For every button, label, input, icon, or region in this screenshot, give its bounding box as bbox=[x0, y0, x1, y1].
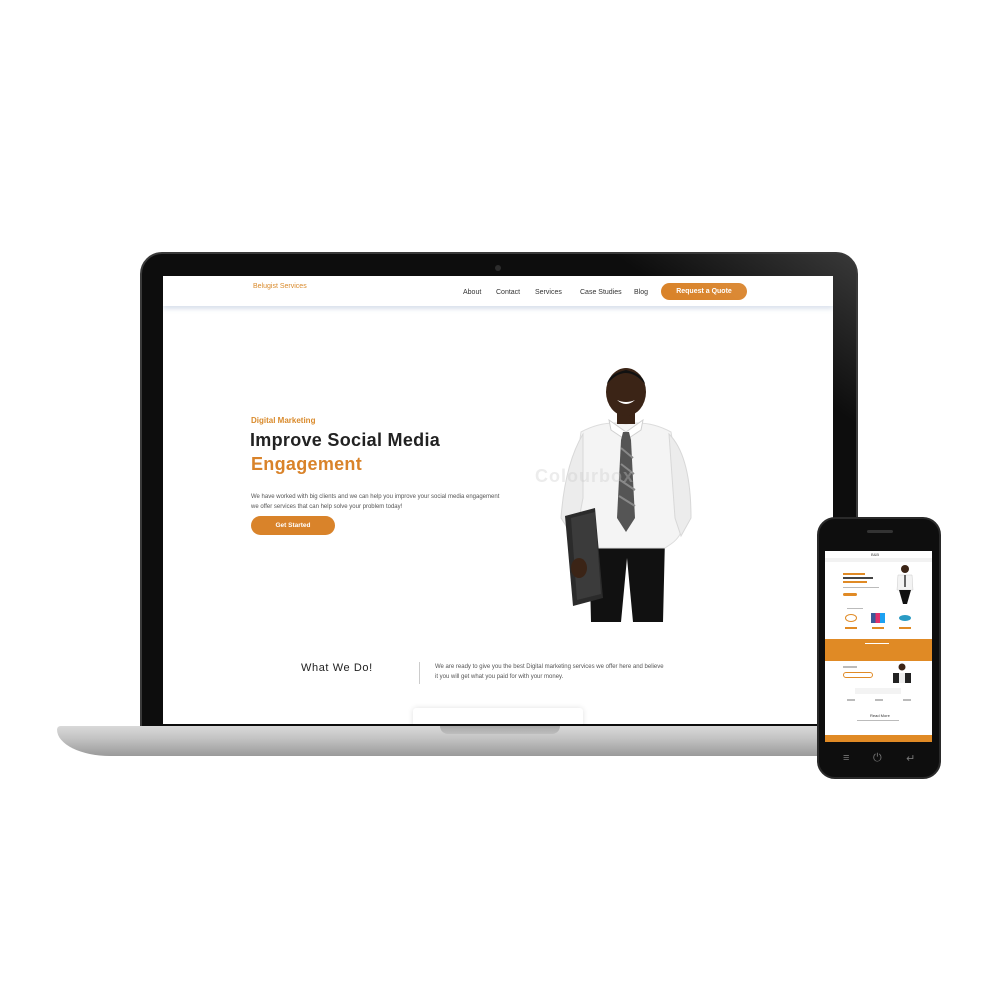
speaker-icon bbox=[867, 530, 893, 533]
mobile-footer-bar bbox=[825, 735, 932, 742]
mobile-section-title bbox=[847, 608, 863, 609]
mobile-tab-3[interactable] bbox=[903, 699, 911, 701]
businessman-image bbox=[560, 368, 692, 622]
mobile-lower-button[interactable] bbox=[843, 672, 873, 678]
mobile-read-more-label[interactable]: Read More bbox=[870, 713, 890, 718]
mobile-card-button-2[interactable] bbox=[872, 627, 884, 629]
mobile-tab-1[interactable] bbox=[847, 699, 855, 701]
mobile-banner-text bbox=[865, 643, 889, 644]
mobile-card-button-3[interactable] bbox=[899, 627, 911, 629]
camera-icon bbox=[495, 265, 501, 271]
mobile-hero-title bbox=[843, 577, 873, 579]
mobile-footer-text bbox=[857, 720, 899, 721]
mobile-service-icon-2 bbox=[899, 615, 911, 621]
power-icon[interactable]: ⏻ bbox=[873, 752, 882, 765]
mobile-person-image bbox=[893, 663, 911, 683]
watermark-text: Colourbox bbox=[535, 466, 634, 486]
service-card bbox=[413, 708, 583, 724]
mobile-lower-heading bbox=[843, 666, 857, 668]
mobile-businessman-image bbox=[896, 565, 914, 604]
nav-contact[interactable]: Contact bbox=[496, 289, 520, 296]
mobile-logo[interactable]: B&B bbox=[871, 552, 879, 557]
mobile-tab-2[interactable] bbox=[875, 699, 883, 701]
back-icon[interactable]: ↵ bbox=[906, 752, 915, 765]
what-we-do-description: We are ready to give you the best Digita… bbox=[435, 664, 664, 680]
nav-about[interactable]: About bbox=[463, 289, 481, 296]
mobile-hero-text bbox=[843, 587, 879, 588]
mobile-card-button-1[interactable] bbox=[845, 627, 857, 629]
request-quote-button[interactable]: Request a Quote bbox=[661, 283, 747, 300]
mobile-tabs-bar bbox=[855, 688, 901, 694]
laptop-opening-notch bbox=[440, 726, 560, 734]
phone-screen: B&B Read More bbox=[825, 551, 932, 742]
mobile-service-icon bbox=[845, 614, 857, 622]
hero-kicker: Digital Marketing bbox=[251, 416, 316, 425]
site-logo[interactable]: Belugist Services bbox=[253, 283, 307, 290]
hero-title: Improve Social Media bbox=[250, 430, 441, 450]
get-started-button[interactable]: Get Started bbox=[251, 516, 335, 535]
section-divider bbox=[419, 662, 420, 684]
nav-case-studies[interactable]: Case Studies bbox=[580, 289, 622, 296]
laptop-screen: Belugist Services About Contact Services… bbox=[163, 276, 833, 724]
nav-blog[interactable]: Blog bbox=[634, 289, 648, 296]
nav-services[interactable]: Services bbox=[535, 289, 562, 296]
mobile-hero-highlight bbox=[843, 581, 867, 583]
what-we-do-title: What We Do! bbox=[301, 662, 373, 674]
hero-description: We have worked with big clients and we c… bbox=[251, 494, 500, 510]
mobile-hero-kicker bbox=[843, 573, 865, 575]
social-icons-icon bbox=[871, 613, 885, 623]
mobile-get-started-button[interactable] bbox=[843, 593, 857, 596]
site-header: Belugist Services About Contact Services… bbox=[163, 276, 833, 306]
menu-icon[interactable]: ≡ bbox=[843, 752, 849, 764]
hero-title-highlight: Engagement bbox=[251, 454, 363, 474]
mobile-header bbox=[825, 558, 932, 562]
